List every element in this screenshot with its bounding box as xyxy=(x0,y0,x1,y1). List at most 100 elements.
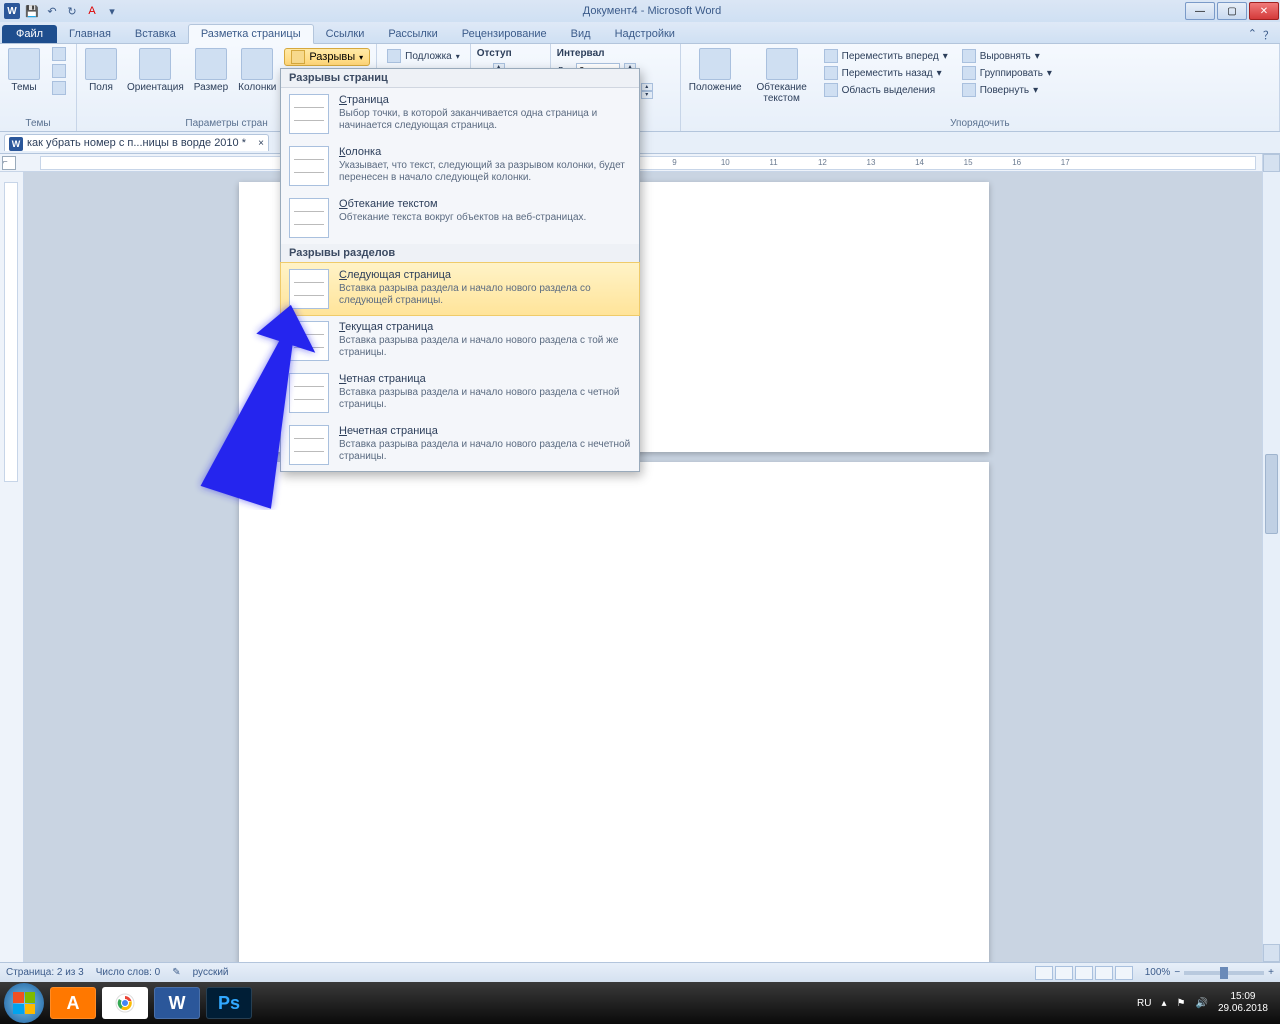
document-page-2[interactable] xyxy=(239,462,989,964)
ruler-ticks: 8910 111213 141516 17 xyxy=(40,156,1256,170)
status-page[interactable]: Страница: 2 из 3 xyxy=(6,967,84,978)
view-outline-icon[interactable] xyxy=(1095,966,1113,980)
taskbar-app-photoshop[interactable]: Ps xyxy=(206,987,252,1019)
vertical-ruler[interactable] xyxy=(0,172,24,964)
save-icon[interactable]: 💾 xyxy=(24,3,40,19)
tray-volume-icon[interactable]: 🔊 xyxy=(1195,998,1207,1009)
status-word-count[interactable]: Число слов: 0 xyxy=(96,967,160,978)
page-break-icon xyxy=(289,94,329,134)
quick-access-toolbar: W 💾 ↶ ↻ A ▾ xyxy=(0,3,120,19)
status-bar: Страница: 2 из 3 Число слов: 0 ✎ русский… xyxy=(0,962,1280,982)
tab-insert[interactable]: Вставка xyxy=(123,25,188,43)
gallery-item-text-wrapping[interactable]: Обтекание текстомОбтекание текста вокруг… xyxy=(281,192,639,244)
gallery-item-next-page[interactable]: Следующая страницаВставка разрыва раздел… xyxy=(280,262,640,316)
group-icon xyxy=(962,66,976,80)
tray-clock[interactable]: 15:09 29.06.2018 xyxy=(1218,991,1268,1015)
view-web-icon[interactable] xyxy=(1075,966,1093,980)
themes-button[interactable]: Темы xyxy=(6,46,42,96)
text-wrapping-break-icon xyxy=(289,198,329,238)
wrap-text-button[interactable]: Обтекание текстом xyxy=(750,46,814,106)
help-icon[interactable]: ？ xyxy=(1263,27,1274,43)
scroll-down-button[interactable] xyxy=(1263,944,1280,962)
system-tray: RU ▴ ⚑ 🔊 15:09 29.06.2018 xyxy=(1137,991,1276,1015)
rotate-icon xyxy=(962,83,976,97)
align-button[interactable]: Выровнять ▾ xyxy=(958,48,1056,64)
watermark-button[interactable]: Подложка ▾ xyxy=(383,48,464,64)
ribbon: Темы Темы Поля Ориентация Размер Колонки… xyxy=(0,44,1280,132)
start-button[interactable] xyxy=(4,983,44,1023)
close-button[interactable]: ✕ xyxy=(1249,2,1279,20)
tab-view[interactable]: Вид xyxy=(559,25,603,43)
view-buttons xyxy=(1035,966,1133,980)
close-tab-icon[interactable]: × xyxy=(258,138,264,149)
columns-button[interactable]: Колонки xyxy=(236,46,278,95)
tab-addins[interactable]: Надстройки xyxy=(603,25,687,43)
gallery-item-continuous[interactable]: Текущая страницаВставка разрыва раздела … xyxy=(281,315,639,367)
theme-fonts-icon[interactable] xyxy=(48,63,70,79)
zoom-value[interactable]: 100% xyxy=(1145,967,1171,978)
group-button[interactable]: Группировать ▾ xyxy=(958,65,1056,81)
zoom-slider[interactable] xyxy=(1184,971,1264,975)
taskbar-app-chrome[interactable] xyxy=(102,987,148,1019)
tray-network-icon[interactable]: ⚑ xyxy=(1177,998,1186,1009)
tab-mailings[interactable]: Рассылки xyxy=(376,25,449,43)
spin-down-icon[interactable]: ▾ xyxy=(641,91,653,99)
selection-pane-button[interactable]: Область выделения xyxy=(820,82,952,98)
document-workspace xyxy=(0,172,1280,964)
rotate-button[interactable]: Повернуть ▾ xyxy=(958,82,1056,98)
tray-show-hidden-icon[interactable]: ▴ xyxy=(1161,998,1166,1009)
status-spellcheck-icon[interactable]: ✎ xyxy=(172,967,180,978)
file-tab[interactable]: Файл xyxy=(2,25,57,43)
document-tab[interactable]: как убрать номер с п...ницы в ворде 2010… xyxy=(4,134,269,151)
horizontal-ruler[interactable]: ⌐ 8910 111213 141516 17 xyxy=(0,154,1280,172)
size-button[interactable]: Размер xyxy=(192,46,230,95)
minimize-button[interactable]: — xyxy=(1185,2,1215,20)
column-break-icon xyxy=(289,146,329,186)
spin-up-icon[interactable]: ▴ xyxy=(641,83,653,91)
view-draft-icon[interactable] xyxy=(1115,966,1133,980)
chevron-down-icon: ▾ xyxy=(359,53,363,62)
tray-lang[interactable]: RU xyxy=(1137,998,1151,1009)
status-language[interactable]: русский xyxy=(193,967,229,978)
page-area[interactable] xyxy=(24,172,1280,964)
send-backward-button[interactable]: Переместить назад ▾ xyxy=(820,65,952,81)
breaks-icon xyxy=(291,50,305,64)
theme-colors-icon[interactable] xyxy=(48,46,70,62)
ribbon-minimize-icon[interactable]: ⌃ xyxy=(1248,27,1257,43)
theme-effects-icon[interactable] xyxy=(48,80,70,96)
maximize-button[interactable]: ▢ xyxy=(1217,2,1247,20)
qat-customize-icon[interactable]: ▾ xyxy=(104,3,120,19)
bring-forward-button[interactable]: Переместить вперед ▾ xyxy=(820,48,952,64)
tab-selector-icon[interactable]: ⌐ xyxy=(2,156,16,170)
taskbar-app-word[interactable]: W xyxy=(154,987,200,1019)
gallery-item-even-page[interactable]: Четная страницаВставка разрыва раздела и… xyxy=(281,367,639,419)
scroll-thumb[interactable] xyxy=(1265,454,1278,534)
zoom-in-button[interactable]: + xyxy=(1268,967,1274,978)
tab-page-layout[interactable]: Разметка страницы xyxy=(188,24,314,44)
tab-references[interactable]: Ссылки xyxy=(314,25,377,43)
scroll-up-button[interactable] xyxy=(1263,154,1280,172)
position-button[interactable]: Положение xyxy=(687,46,744,106)
zoom-out-button[interactable]: − xyxy=(1174,967,1180,978)
font-color-icon[interactable]: A xyxy=(84,3,100,19)
align-icon xyxy=(962,49,976,63)
gallery-item-odd-page[interactable]: Нечетная страницаВставка разрыва раздела… xyxy=(281,419,639,471)
orientation-button[interactable]: Ориентация xyxy=(125,46,186,95)
undo-icon[interactable]: ↶ xyxy=(44,3,60,19)
vertical-scrollbar[interactable] xyxy=(1262,154,1280,962)
tab-home[interactable]: Главная xyxy=(57,25,123,43)
redo-icon[interactable]: ↻ xyxy=(64,3,80,19)
window-title: Документ4 - Microsoft Word xyxy=(120,5,1184,17)
view-print-layout-icon[interactable] xyxy=(1035,966,1053,980)
tab-review[interactable]: Рецензирование xyxy=(450,25,559,43)
view-fullscreen-icon[interactable] xyxy=(1055,966,1073,980)
size-icon xyxy=(195,48,227,80)
gallery-item-page[interactable]: СтраницаВыбор точки, в которой заканчива… xyxy=(281,88,639,140)
breaks-button[interactable]: Разрывы ▾ xyxy=(284,48,370,66)
window-controls: — ▢ ✕ xyxy=(1184,0,1280,22)
ribbon-right-controls: ⌃ ？ xyxy=(1248,27,1280,43)
gallery-item-column[interactable]: КолонкаУказывает, что текст, следующий з… xyxy=(281,140,639,192)
selection-pane-icon xyxy=(824,83,838,97)
margins-button[interactable]: Поля xyxy=(83,46,119,95)
taskbar-app-avast[interactable]: A xyxy=(50,987,96,1019)
